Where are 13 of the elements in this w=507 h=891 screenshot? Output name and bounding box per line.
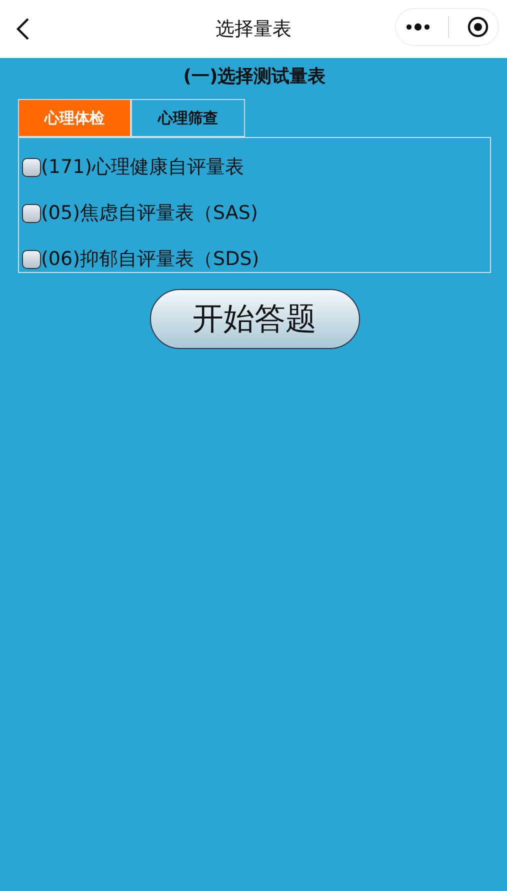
back-icon[interactable] [16, 17, 30, 41]
scale-label[interactable]: (06)抑郁自评量表（SDS) [41, 246, 260, 272]
tab[interactable]: 心理筛查 [131, 99, 245, 137]
scale-label[interactable]: (05)焦虑自评量表（SAS) [41, 200, 258, 226]
close-icon[interactable] [467, 16, 490, 38]
scale-label[interactable]: (171)心理健康自评量表 [41, 154, 244, 180]
start-button[interactable]: 开始答题 [150, 289, 360, 349]
more-icon[interactable] [404, 23, 431, 31]
checkbox[interactable] [22, 204, 41, 222]
checkbox[interactable] [22, 158, 41, 176]
section-title: (一)选择测试量表 [182, 65, 327, 89]
page-title: 选择量表 [216, 17, 292, 42]
checkbox[interactable] [22, 250, 41, 268]
